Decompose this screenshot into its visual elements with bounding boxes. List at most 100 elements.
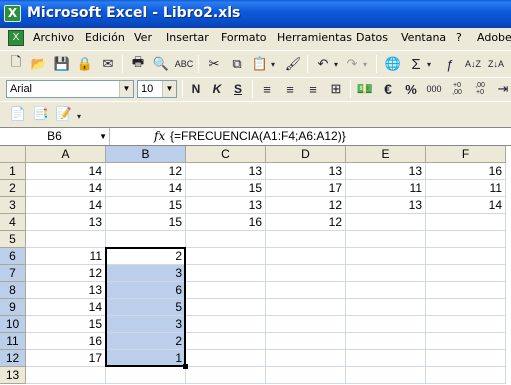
- cell-e2[interactable]: 11: [346, 180, 426, 197]
- chevron-down-icon[interactable]: ▼: [99, 128, 107, 145]
- row-header-1[interactable]: 1: [0, 163, 26, 180]
- chevron-down-icon[interactable]: ▼: [162, 81, 176, 97]
- cell-f12[interactable]: [426, 350, 506, 367]
- menu-help[interactable]: ?: [456, 31, 462, 44]
- row-header-4[interactable]: 4: [0, 214, 26, 231]
- cell-c4[interactable]: 16: [186, 214, 266, 231]
- cell-b10[interactable]: 3: [106, 316, 186, 333]
- paste-icon[interactable]: 📋: [250, 54, 270, 74]
- cell-e1[interactable]: 13: [346, 163, 426, 180]
- cell-a10[interactable]: 15: [26, 316, 106, 333]
- chevron-down-icon[interactable]: ▼: [119, 81, 133, 97]
- cell-f2[interactable]: 11: [426, 180, 506, 197]
- column-header-b[interactable]: B: [106, 146, 186, 163]
- cell-e12[interactable]: [346, 350, 426, 367]
- cell-b8[interactable]: 6: [106, 282, 186, 299]
- row-header-2[interactable]: 2: [0, 180, 26, 197]
- cell-f6[interactable]: [426, 248, 506, 265]
- row-header-10[interactable]: 10: [0, 316, 26, 333]
- cell-b11[interactable]: 2: [106, 333, 186, 350]
- cell-f11[interactable]: [426, 333, 506, 350]
- cell-c2[interactable]: 15: [186, 180, 266, 197]
- insert-function-icon[interactable]: fx: [154, 129, 165, 143]
- cell-c8[interactable]: [186, 282, 266, 299]
- cell-d1[interactable]: 13: [266, 163, 346, 180]
- column-header-e[interactable]: E: [346, 146, 426, 163]
- cell-a1[interactable]: 14: [26, 163, 106, 180]
- cell-c11[interactable]: [186, 333, 266, 350]
- menu-ventana[interactable]: Ventana: [401, 31, 446, 44]
- email-icon[interactable]: ✉: [98, 54, 118, 74]
- sort-ascending-icon[interactable]: A↓Z: [463, 54, 483, 74]
- undo-icon[interactable]: ↶: [313, 54, 333, 74]
- font-name-select[interactable]: Arial ▼: [6, 80, 134, 98]
- convert-to-pdf-icon[interactable]: 📄: [8, 104, 28, 124]
- decrease-decimal-icon[interactable]: ,00 +0: [470, 79, 490, 99]
- bold-button[interactable]: N: [186, 79, 206, 99]
- menu-herramientas[interactable]: Herramientas: [277, 31, 352, 44]
- cell-d10[interactable]: [266, 316, 346, 333]
- cell-b1[interactable]: 12: [106, 163, 186, 180]
- percent-style-icon[interactable]: %: [401, 79, 421, 99]
- menu-edicion[interactable]: Edición: [85, 31, 125, 44]
- cell-e3[interactable]: 13: [346, 197, 426, 214]
- menu-datos[interactable]: Datos: [356, 31, 388, 44]
- underline-button[interactable]: S: [228, 79, 248, 99]
- cell-c3[interactable]: 13: [186, 197, 266, 214]
- font-size-select[interactable]: 10 ▼: [137, 80, 177, 98]
- cell-e13[interactable]: [346, 367, 426, 384]
- open-folder-icon[interactable]: 📂: [29, 54, 49, 74]
- row-header-11[interactable]: 11: [0, 333, 26, 350]
- cell-b7[interactable]: 3: [106, 265, 186, 282]
- cell-e11[interactable]: [346, 333, 426, 350]
- cell-a13[interactable]: [26, 367, 106, 384]
- cell-b12[interactable]: 1: [106, 350, 186, 367]
- cut-icon[interactable]: ✂: [204, 54, 224, 74]
- menu-adobe[interactable]: Adobe: [477, 31, 511, 44]
- cell-b6[interactable]: 2: [106, 248, 186, 265]
- select-all-corner[interactable]: [0, 146, 26, 163]
- permission-icon[interactable]: 🔒: [75, 54, 95, 74]
- cell-c10[interactable]: [186, 316, 266, 333]
- cell-a12[interactable]: 17: [26, 350, 106, 367]
- cell-b9[interactable]: 5: [106, 299, 186, 316]
- chevron-down-icon[interactable]: ▾: [74, 106, 84, 126]
- worksheet-grid[interactable]: A B C D E F 1 14 12 13 13 13 16 2 14 14 15 17 11 11 3 14 15 13 1…: [0, 146, 511, 385]
- cell-f5[interactable]: [426, 231, 506, 248]
- indent-icon[interactable]: ⇥: [493, 79, 511, 99]
- redo-icon[interactable]: ↷: [342, 54, 362, 74]
- align-right-icon[interactable]: ≡: [303, 79, 323, 99]
- euro-icon[interactable]: €: [378, 79, 398, 99]
- cell-a5[interactable]: [26, 231, 106, 248]
- pdf-review-icon[interactable]: 📝: [54, 104, 74, 124]
- name-box[interactable]: B6 ▼: [0, 128, 110, 145]
- cell-a2[interactable]: 14: [26, 180, 106, 197]
- row-header-12[interactable]: 12: [0, 350, 26, 367]
- cell-d4[interactable]: 12: [266, 214, 346, 231]
- cell-a11[interactable]: 16: [26, 333, 106, 350]
- merge-center-icon[interactable]: ⊞: [326, 79, 346, 99]
- print-icon[interactable]: 🖶: [128, 54, 148, 74]
- cell-a7[interactable]: 12: [26, 265, 106, 282]
- cell-d2[interactable]: 17: [266, 180, 346, 197]
- cell-a4[interactable]: 13: [26, 214, 106, 231]
- menu-ver[interactable]: Ver: [134, 31, 152, 44]
- column-header-c[interactable]: C: [186, 146, 266, 163]
- cell-f7[interactable]: [426, 265, 506, 282]
- increase-decimal-icon[interactable]: +0 ,00: [447, 79, 467, 99]
- new-document-icon[interactable]: 🗋: [6, 54, 26, 74]
- cell-d8[interactable]: [266, 282, 346, 299]
- menu-archivo[interactable]: Archivo: [33, 31, 74, 44]
- hyperlink-icon[interactable]: 🌐: [383, 54, 403, 74]
- row-header-5[interactable]: 5: [0, 231, 26, 248]
- cell-e4[interactable]: [346, 214, 426, 231]
- menu-insertar[interactable]: Insertar: [166, 31, 209, 44]
- cell-a3[interactable]: 14: [26, 197, 106, 214]
- format-painter-icon[interactable]: 🖌: [283, 54, 303, 74]
- cell-f3[interactable]: 14: [426, 197, 506, 214]
- cell-f1[interactable]: 16: [426, 163, 506, 180]
- row-header-9[interactable]: 9: [0, 299, 26, 316]
- cell-f10[interactable]: [426, 316, 506, 333]
- cell-b13[interactable]: [106, 367, 186, 384]
- row-header-8[interactable]: 8: [0, 282, 26, 299]
